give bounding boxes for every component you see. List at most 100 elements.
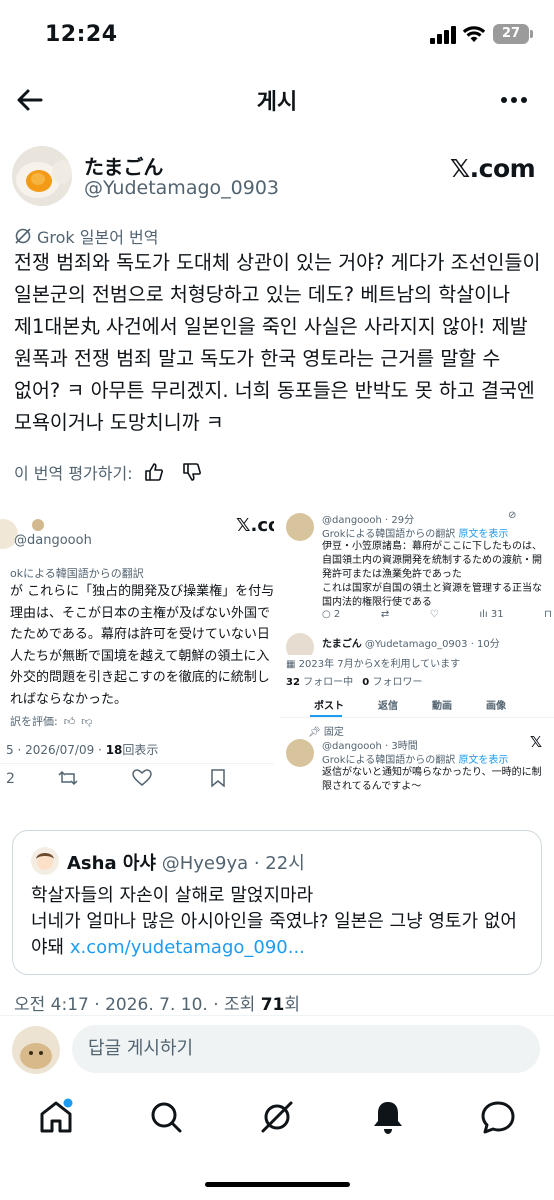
rate-translation-row: 이 번역 평가하기:	[14, 460, 203, 484]
post1-line: 伊豆・小笠原諸島：幕府がここに下したものは、	[322, 541, 542, 552]
pinned-label: 📌︎ 固定	[308, 727, 344, 738]
page-title: 게시	[256, 90, 298, 115]
bookmark-icon	[211, 769, 225, 787]
home-icon[interactable]	[36, 1097, 76, 1137]
home-indicator	[205, 1182, 350, 1187]
media-left-text: が これらに「独占的開発及び操業権」を付与 理由は、そこが日本の主権が及ばない外…	[10, 581, 274, 710]
search-icon[interactable]	[146, 1097, 186, 1137]
followers-label: フォロワー	[372, 677, 423, 688]
quote-header: Asha 아샤 @Hye9ya · 22시	[67, 849, 305, 875]
media-left-reply-count: 2	[6, 771, 15, 787]
view-count: 71	[260, 995, 285, 1015]
reply-bar: 답글 게시하기	[0, 1015, 554, 1085]
quote-avatar	[31, 847, 59, 875]
quote-line-1: 학살자들의 자손이 살해로 말얹지마라	[31, 885, 314, 906]
post3-grok-text: Grokによる韓国語からの翻訳	[322, 755, 456, 766]
post1-reply-action: ○ 2	[322, 609, 341, 620]
media-left-line: が これらに「独占的開発及び操業権」を付与	[10, 584, 274, 599]
post1-actions: ○ 2 ⇄ ♡ ılı 31 ⊓	[322, 609, 552, 620]
post2-header: たまごん @Yudetamago_0903 · 10分	[322, 635, 500, 650]
author-handle[interactable]: @Yudetamago_0903	[84, 177, 279, 199]
post3-avatar	[286, 739, 314, 767]
post3-grok-note: Grokによる韓国語からの翻訳 原文を表示	[322, 751, 508, 766]
retweet-icon: ⇄	[380, 609, 390, 620]
quote-text: 학살자들의 자손이 살해로 말얹지마라 너네가 얼마나 많은 아시아인을 죽였냐…	[31, 883, 531, 961]
quote-line-2: 너네가 얼마나 많은 아시아인을 죽였냐? 일본은 그냥 영토가 없어야돼 x.…	[31, 909, 531, 961]
retweet-icon	[58, 770, 78, 786]
my-avatar	[12, 1026, 60, 1074]
more-options-icon[interactable]	[498, 84, 530, 116]
grok-label-text: Grok 일본어 번역	[37, 228, 159, 247]
bookmark-icon: ⊓	[544, 609, 552, 620]
battery-tip	[530, 30, 533, 38]
following-count: 32	[286, 677, 300, 688]
post3-line: 限されてるんですよ〜	[322, 781, 422, 792]
joined-date: ▦ 2023年 7月からXを利用しています	[286, 655, 461, 670]
notifications-icon[interactable]	[368, 1097, 408, 1137]
post1-grok-text: Grokによる韓国語からの翻訳	[322, 529, 456, 540]
calendar-icon: ▦	[286, 659, 296, 670]
media-left-views-label: 回表示	[122, 743, 159, 757]
grok-icon[interactable]	[257, 1097, 297, 1137]
joined-text: 2023年 7月からXを利用しています	[298, 659, 461, 670]
thumbs-up-icon: 👍︎	[63, 714, 76, 728]
media-left-views: 18	[105, 743, 123, 757]
follow-stats: 32 フォロー中 0 フォロワー	[286, 673, 422, 688]
rate-translation-label: 이 번역 평가하기:	[14, 464, 133, 483]
x-logo: 𝕏	[530, 733, 543, 751]
status-bar: 12:24 27	[0, 0, 554, 70]
following-label: フォロー中	[303, 677, 354, 688]
media-left-rate-label: 訳を評価:	[10, 715, 58, 728]
post3-line: 返信がないと通知が鳴らなかったり、一時的に制	[322, 767, 542, 778]
post3-text: 返信がないと通知が鳴らなかったり、一時的に制 限されてるんですよ〜	[322, 766, 542, 794]
tab-posts: ポスト	[314, 701, 344, 712]
post1-line: 自国領土内の資源開発を統制するための渡航・開	[322, 555, 542, 566]
x-logo: 𝕏.com	[450, 154, 536, 183]
post-timestamp: 오전 4:17 · 2026. 7. 10. · 조회	[14, 995, 261, 1015]
like-icon: ♡	[429, 609, 439, 620]
divider	[0, 763, 274, 764]
attached-image-1[interactable]: @dangoooh 𝕏.co okによる韓国語からの翻訳 が これらに「独占的開…	[0, 505, 274, 800]
media-left-x-logo: 𝕏.co	[236, 515, 274, 536]
like-icon	[132, 769, 152, 786]
post1-line: 国内法的権限行使である	[322, 597, 432, 608]
reply-input[interactable]: 답글 게시하기	[72, 1025, 540, 1073]
media-left-line: たためである。幕府は許可を受けていない日	[10, 627, 270, 642]
thumbs-down-icon: 👎︎	[81, 714, 93, 728]
post3-handle: @dangoooh · 3時間	[322, 741, 418, 752]
post-meta: 오전 4:17 · 2026. 7. 10. · 조회 71회	[14, 990, 300, 1015]
attached-image-2[interactable]: @dangoooh · 29分 ⊘ Grokによる韓国語からの翻訳 原文を表示 …	[280, 505, 554, 800]
battery-icon: 27	[493, 24, 529, 44]
status-time: 12:24	[45, 22, 118, 47]
bottom-tab-bar	[0, 1085, 554, 1155]
post2-name: たまごん	[322, 639, 362, 650]
wifi-icon	[462, 26, 486, 42]
post1-text: 伊豆・小笠原諸島：幕府がここに下したものは、 自国領土内の資源開発を統制するため…	[322, 540, 550, 610]
quote-author-name: Asha 아샤	[67, 853, 156, 874]
media-left-rate: 訳を評価: 👍︎ 👎︎	[10, 713, 92, 729]
thumbs-up-icon[interactable]	[143, 461, 165, 483]
author-avatar[interactable]	[12, 146, 72, 206]
media-left-meta: 5 · 2026/07/09 · 18回表示	[6, 741, 158, 758]
thumbs-down-icon[interactable]	[181, 461, 203, 483]
view-count-suffix: 회	[284, 995, 301, 1015]
media-left-line: 理由は、そこが日本の主権が及ばない外国で	[10, 605, 271, 621]
messages-icon[interactable]	[478, 1097, 518, 1137]
post1-line: これは国家が自国の領土と資源を管理する正当な	[322, 583, 542, 594]
media-left-date: 5 · 2026/07/09 ·	[6, 743, 106, 757]
grok-icon	[15, 228, 31, 244]
dango-emoji-icon	[32, 519, 44, 531]
media-left-line: ればならなかった。	[10, 691, 128, 707]
tab-images: 画像	[486, 701, 506, 712]
cellular-signal-icon	[430, 26, 458, 44]
top-nav: 게시	[0, 70, 554, 130]
media-left-grok-note: okによる韓国語からの翻訳	[10, 567, 144, 580]
author-name[interactable]: たまごん	[84, 151, 163, 180]
tweet-text: 전쟁 범죄와 독도가 도대체 상관이 있는 거야? 게다가 조선인들이 일본군의…	[14, 251, 541, 434]
quoted-post[interactable]: Asha 아샤 @Hye9ya · 22시 학살자들의 자손이 살해로 말얹지마…	[12, 830, 542, 975]
post1-views-action: ılı 31	[479, 609, 504, 620]
quote-link[interactable]: x.com/yudetamago_090...	[70, 937, 305, 958]
post1-views-count: 31	[490, 609, 504, 620]
post1-reply-count: 2	[333, 609, 341, 620]
quote-author-handle: @Hye9ya · 22시	[161, 853, 305, 874]
